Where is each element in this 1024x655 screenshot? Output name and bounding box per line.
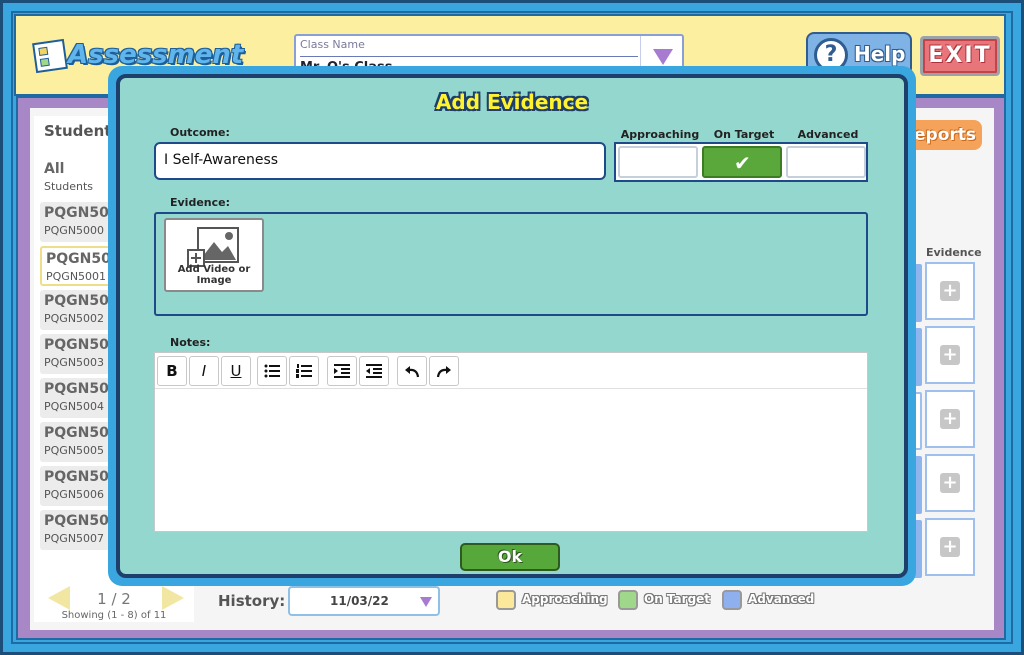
redo-icon <box>436 366 451 378</box>
evidence-area: Add Video or Image <box>154 212 868 316</box>
rating-on-target-button[interactable]: ✔ <box>702 146 782 178</box>
student-id: PQGN5007 <box>44 532 105 545</box>
notes-label: Notes: <box>170 336 211 349</box>
student-id: PQGN5001 <box>46 270 107 283</box>
next-page-arrow-icon[interactable] <box>162 586 184 610</box>
outdent-button[interactable] <box>359 356 389 386</box>
chevron-down-icon <box>653 49 673 65</box>
plus-icon: + <box>940 345 960 365</box>
outdent-icon <box>366 364 382 378</box>
legend-label-on-target: On Target <box>644 592 711 606</box>
rating-header-advanced: Advanced <box>797 128 859 141</box>
notes-editor: B I U <box>154 352 868 532</box>
bold-button[interactable]: B <box>157 356 187 386</box>
rating-selector: ✔ <box>614 142 868 182</box>
evidence-column-header: Evidence <box>926 246 982 259</box>
legend-label-advanced: Advanced <box>748 592 815 606</box>
modal-title: Add Evidence <box>435 90 589 114</box>
add-evidence-cell[interactable]: + <box>925 454 975 512</box>
student-id: PQGN5002 <box>44 312 105 325</box>
outcome-field[interactable]: I Self-Awareness <box>154 142 606 180</box>
help-label: Help <box>854 42 906 66</box>
checkmark-icon: ✔ <box>734 151 751 175</box>
bulleted-list-button[interactable] <box>257 356 287 386</box>
legend-swatch-on-target <box>618 590 638 610</box>
student-id: PQGN5000 <box>44 224 105 237</box>
bulleted-list-icon <box>264 364 280 378</box>
redo-button[interactable] <box>429 356 459 386</box>
history-label: History: <box>218 592 286 610</box>
add-evidence-cell[interactable]: + <box>925 326 975 384</box>
history-value: 11/03/22 <box>330 594 389 608</box>
class-select-divider <box>300 56 638 57</box>
ok-button[interactable]: Ok <box>460 543 560 571</box>
numbered-list-icon <box>296 364 312 378</box>
student-id: PQGN5006 <box>44 488 105 501</box>
undo-button[interactable] <box>397 356 427 386</box>
evidence-label: Evidence: <box>170 196 231 209</box>
underline-button[interactable]: U <box>221 356 251 386</box>
indent-button[interactable] <box>327 356 357 386</box>
numbered-list-button[interactable] <box>289 356 319 386</box>
chevron-down-icon <box>420 597 432 607</box>
student-all-sub: Students <box>44 180 94 193</box>
rating-header-approaching: Approaching <box>620 128 700 141</box>
add-evidence-modal: Add Evidence Outcome: I Self-Awareness A… <box>108 66 916 586</box>
student-id: PQGN5003 <box>44 356 105 369</box>
undo-icon <box>405 366 420 378</box>
legend-swatch-approaching <box>496 590 516 610</box>
italic-button[interactable]: I <box>189 356 219 386</box>
legend-label-approaching: Approaching <box>522 592 608 606</box>
plus-icon: + <box>940 281 960 301</box>
plus-icon: + <box>940 473 960 493</box>
assessment-logo-icon <box>32 38 68 74</box>
class-select-label: Class Name <box>300 38 365 51</box>
notes-textarea[interactable] <box>155 389 867 531</box>
add-video-or-image-label: Add Video or Image <box>177 264 251 286</box>
plus-icon: + <box>940 409 960 429</box>
add-video-or-image-button[interactable]: Add Video or Image <box>164 218 264 292</box>
legend-swatch-advanced <box>722 590 742 610</box>
plus-icon: + <box>940 537 960 557</box>
exit-button[interactable]: EXIT <box>920 36 1000 76</box>
rating-header-on-target: On Target <box>713 128 775 141</box>
notes-toolbar: B I U <box>155 353 867 389</box>
pager-summary: Showing (1 - 8) of 11 <box>61 610 167 621</box>
add-evidence-cell[interactable]: + <box>925 390 975 448</box>
add-evidence-cell[interactable]: + <box>925 262 975 320</box>
indent-icon <box>334 364 350 378</box>
rating-advanced-button[interactable] <box>786 146 866 178</box>
modal-body: Add Evidence Outcome: I Self-Awareness A… <box>116 74 908 578</box>
student-id: PQGN5004 <box>44 400 105 413</box>
add-evidence-cell[interactable]: + <box>925 518 975 576</box>
outcome-label: Outcome: <box>170 126 230 139</box>
history-select[interactable]: 11/03/22 <box>288 586 440 616</box>
student-id: PQGN5005 <box>44 444 105 457</box>
student-all-label: All <box>44 161 65 177</box>
rating-approaching-button[interactable] <box>618 146 698 178</box>
